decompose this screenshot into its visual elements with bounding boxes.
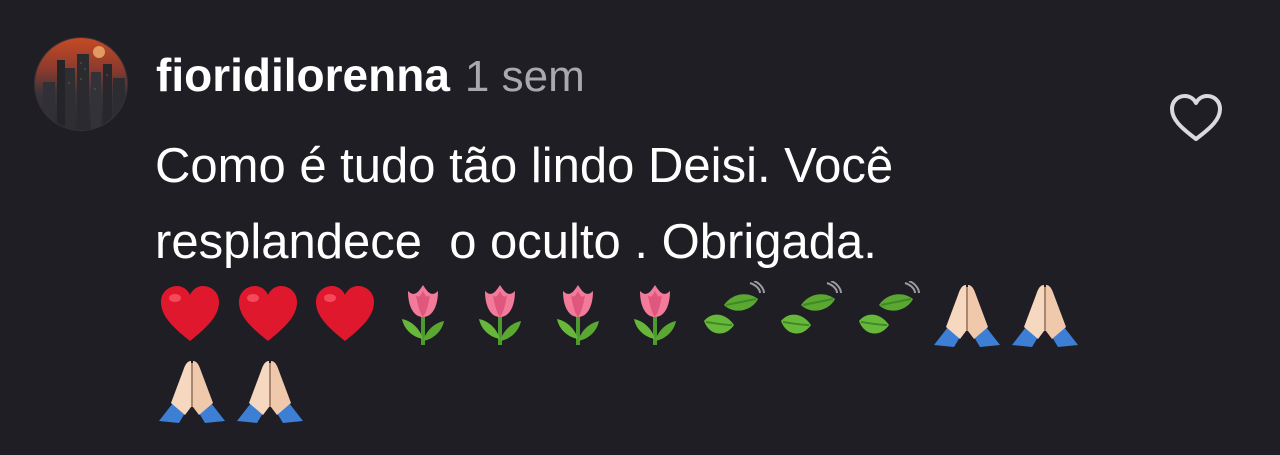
avatar[interactable] xyxy=(35,38,127,130)
emoji-line-1 xyxy=(157,281,1087,351)
folded-hands-emoji xyxy=(932,281,1010,351)
tulip-emoji xyxy=(467,281,545,351)
emoji-line-2 xyxy=(157,357,312,427)
heart-outline-icon xyxy=(1170,94,1222,141)
tulip-emoji xyxy=(390,281,468,351)
comment-text: Como é tudo tão lindo Deisi. Você respla… xyxy=(155,139,894,269)
leaf-fluttering-in-wind-emoji xyxy=(855,281,933,351)
red-heart-emoji xyxy=(312,281,390,351)
folded-hands-emoji xyxy=(157,357,235,427)
red-heart-emoji xyxy=(235,281,313,351)
username[interactable]: fioridilorenna xyxy=(156,48,450,102)
tulip-emoji xyxy=(545,281,623,351)
leaf-fluttering-in-wind-emoji xyxy=(777,281,855,351)
timestamp[interactable]: 1 sem xyxy=(465,52,585,102)
avatar-image xyxy=(35,38,127,130)
folded-hands-emoji xyxy=(1010,281,1088,351)
comment-header: fioridilorenna 1 sem xyxy=(156,48,585,104)
comment-item: fioridilorenna 1 sem Como é tudo tão lin… xyxy=(0,0,1280,455)
tulip-emoji xyxy=(622,281,700,351)
like-button[interactable] xyxy=(1168,92,1224,144)
red-heart-emoji xyxy=(157,281,235,351)
leaf-fluttering-in-wind-emoji xyxy=(700,281,778,351)
folded-hands-emoji xyxy=(235,357,313,427)
